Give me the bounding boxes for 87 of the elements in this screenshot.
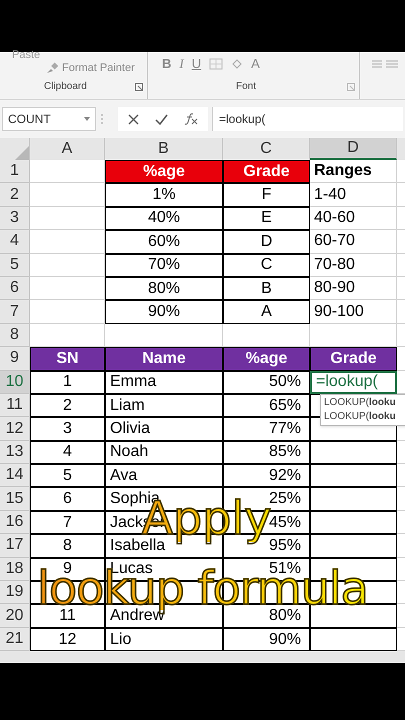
row-header[interactable]: 18: [0, 558, 30, 582]
group-label: Clipboard: [44, 80, 87, 94]
row-header[interactable]: 4: [0, 230, 30, 254]
table-cell: Name: [105, 347, 223, 371]
formula-field[interactable]: =lookup(: [212, 107, 403, 131]
table-cell: 50%: [223, 370, 310, 394]
row-header[interactable]: 16: [0, 510, 30, 534]
row-header[interactable]: 19: [0, 581, 30, 604]
table-cell: Ranges: [310, 160, 397, 184]
row-header[interactable]: 7: [0, 300, 30, 324]
table-cell: 77%: [223, 417, 310, 441]
row-header[interactable]: 9: [0, 347, 30, 371]
table-cell: 60%: [105, 230, 223, 254]
drag-handle-icon: [100, 113, 104, 125]
table-cell: 7: [30, 510, 105, 534]
table-cell: Lio: [105, 628, 223, 652]
dropdown-icon: [84, 117, 90, 121]
table-cell: 92%: [223, 464, 310, 488]
close-icon[interactable]: [128, 114, 139, 124]
name-box[interactable]: COUNT: [2, 107, 96, 131]
fill-bucket-icon: [231, 58, 244, 70]
table-cell: 1%: [105, 183, 223, 207]
table-cell: 80%: [105, 276, 223, 300]
table-cell: 3: [30, 417, 105, 441]
border-icon: [209, 58, 224, 70]
table-cell: 70-80: [310, 254, 397, 277]
table-cell: A: [223, 300, 310, 324]
table-cell: B: [223, 276, 310, 300]
table-cell: 40%: [105, 206, 223, 230]
table-cell: 4: [30, 440, 105, 464]
table-cell: 1-40: [310, 183, 397, 207]
table-cell: Grade: [223, 160, 310, 184]
table-cell: 6: [30, 487, 105, 511]
table-cell: 90-100: [310, 300, 397, 324]
table-cell: 12: [30, 628, 105, 652]
table-cell: 70%: [105, 254, 223, 277]
table-cell: Olivia: [105, 417, 223, 441]
row-header[interactable]: 12: [0, 417, 30, 441]
row-header[interactable]: 2: [0, 183, 30, 207]
table-cell: %age: [105, 160, 223, 184]
table-cell: 90%: [223, 628, 310, 652]
row-header[interactable]: 6: [0, 276, 30, 300]
table-cell: 8: [30, 534, 105, 558]
row-header[interactable]: 13: [0, 440, 30, 464]
table-cell: Ava: [105, 464, 223, 488]
table-cell: Grade: [310, 347, 397, 371]
paste-label: Paste: [12, 48, 40, 63]
table-cell: 65%: [223, 394, 310, 418]
check-icon[interactable]: [155, 114, 168, 124]
row-header[interactable]: 17: [0, 534, 30, 558]
function-icon[interactable]: [184, 113, 198, 125]
table-cell: 2: [30, 394, 105, 418]
table-cell: Noah: [105, 440, 223, 464]
row-header[interactable]: 3: [0, 206, 30, 230]
launcher-icon: [135, 82, 143, 90]
table-cell: E: [223, 206, 310, 230]
function-hint[interactable]: LOOKUP(looku: [324, 396, 405, 410]
table-cell: 85%: [223, 440, 310, 464]
brush-icon: [46, 62, 58, 74]
table-cell: Emma: [105, 370, 223, 394]
group-label: Font: [236, 80, 256, 94]
row-header[interactable]: 14: [0, 464, 30, 488]
table-cell: 40-60: [310, 206, 397, 230]
table-cell: D: [223, 230, 310, 254]
row-header[interactable]: 21: [0, 628, 30, 652]
row-header[interactable]: 10: [0, 370, 30, 394]
table-cell: %age: [223, 347, 310, 371]
table-cell: SN: [30, 347, 105, 371]
row-header[interactable]: 20: [0, 604, 30, 628]
table-cell: 5: [30, 464, 105, 488]
table-cell: Liam: [105, 394, 223, 418]
table-cell: C: [223, 254, 310, 277]
align-icon: [372, 60, 398, 68]
row-header[interactable]: 11: [0, 394, 30, 418]
table-cell: 90%: [105, 300, 223, 324]
row-header[interactable]: 15: [0, 487, 30, 511]
table-cell: 1: [30, 370, 105, 394]
launcher-icon: [347, 82, 355, 90]
function-hint[interactable]: LOOKUP(looku: [324, 410, 405, 424]
row-header[interactable]: 5: [0, 254, 30, 277]
table-cell: 60-70: [310, 230, 397, 254]
table-cell: F: [223, 183, 310, 207]
column-header[interactable]: D: [310, 138, 397, 160]
table-cell: 80-90: [310, 276, 397, 300]
row-header[interactable]: 1: [0, 160, 30, 184]
row-header[interactable]: 8: [0, 324, 30, 348]
table-cell: =lookup(: [310, 370, 397, 394]
